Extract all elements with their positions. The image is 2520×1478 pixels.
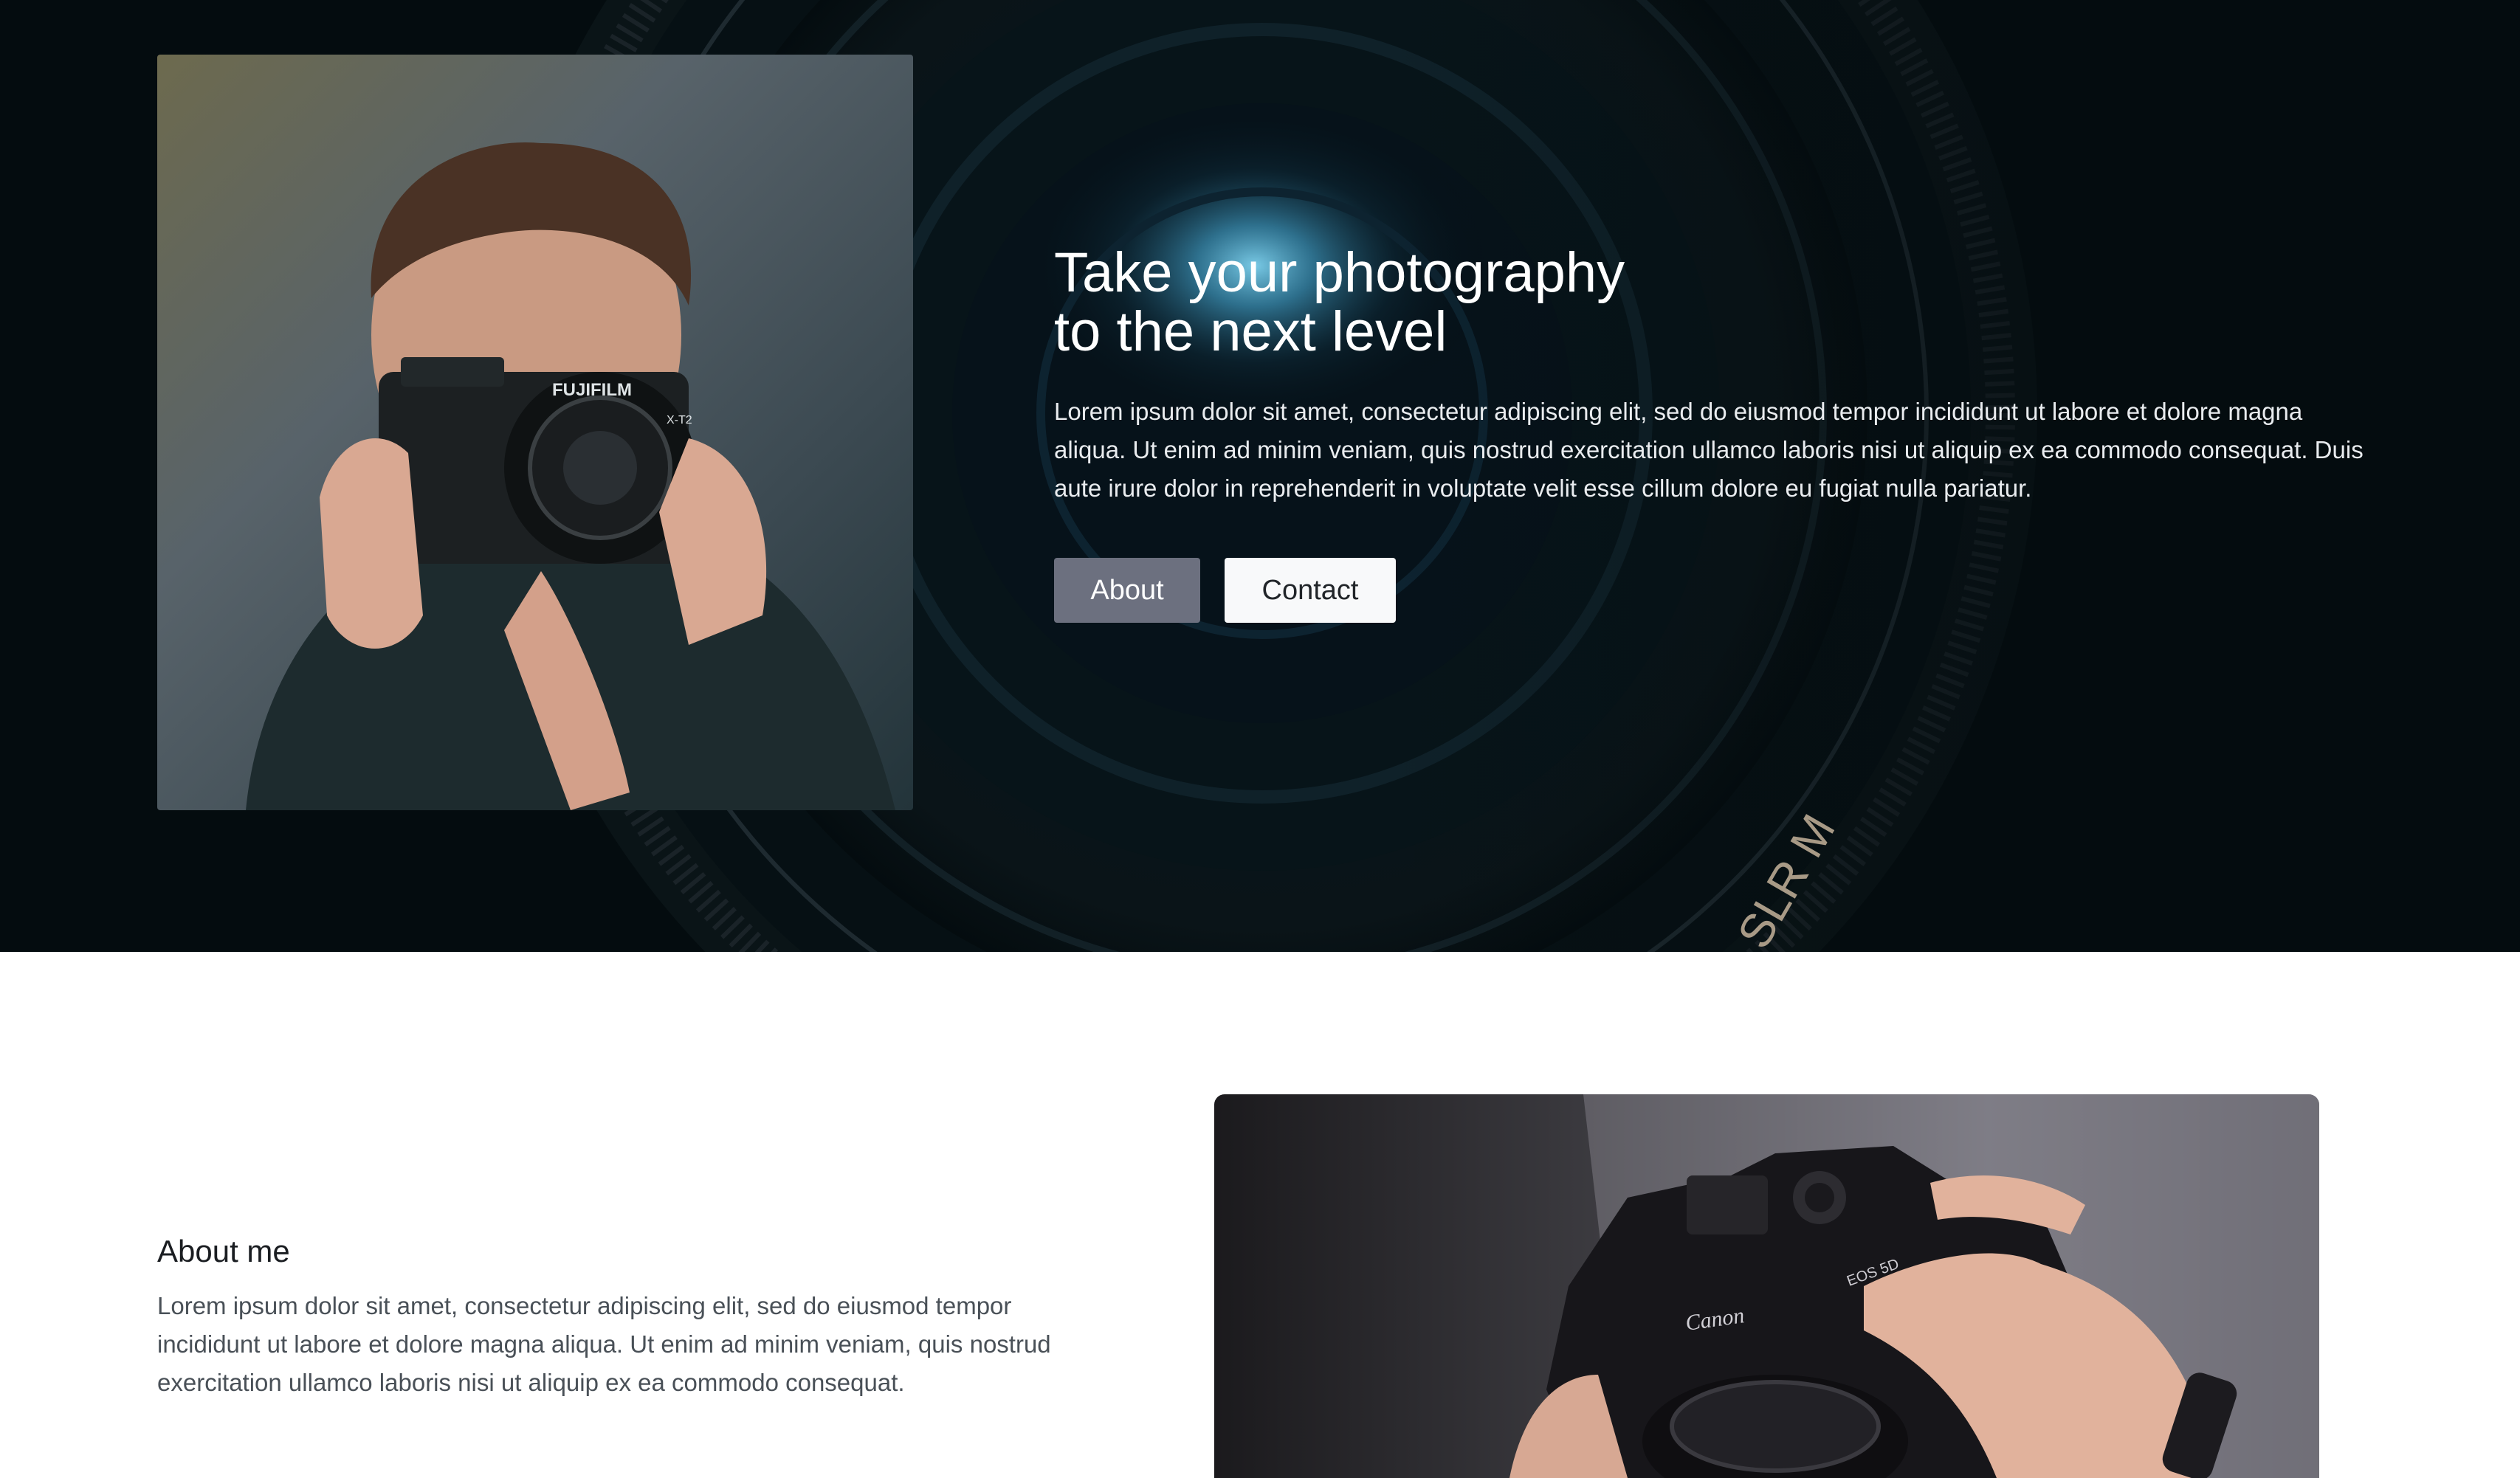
hero-buttons: About Contact	[1054, 558, 2375, 623]
about-photo: Canon EOS 5D	[1214, 1094, 2319, 1478]
camera-model-text: X-T2	[667, 414, 692, 427]
hero-section: SLR M FUJIFILM X-T2 Take your photograph…	[0, 0, 2520, 952]
hero-title-line-2: to the next level	[1054, 300, 1447, 363]
photographer-with-camera-icon: FUJIFILM X-T2	[157, 55, 913, 810]
about-heading: About me	[157, 1234, 290, 1268]
hero-description: Lorem ipsum dolor sit amet, consectetur …	[1054, 398, 2364, 502]
hero-title: Take your photography to the next level	[1054, 244, 2375, 362]
hero-title-line-1: Take your photography	[1054, 241, 1625, 304]
contact-button[interactable]: Contact	[1225, 558, 1396, 623]
hands-holding-dslr-icon: Canon EOS 5D	[1214, 1094, 2319, 1478]
about-button[interactable]: About	[1054, 558, 1200, 623]
about-section: About me Lorem ipsum dolor sit amet, con…	[0, 952, 2520, 1478]
camera-brand-text: FUJIFILM	[552, 380, 632, 400]
hero-copy: Take your photography to the next level …	[1054, 244, 2375, 623]
hero-photographer-image: FUJIFILM X-T2	[157, 55, 913, 810]
about-description: Lorem ipsum dolor sit amet, consectetur …	[157, 1292, 1051, 1396]
